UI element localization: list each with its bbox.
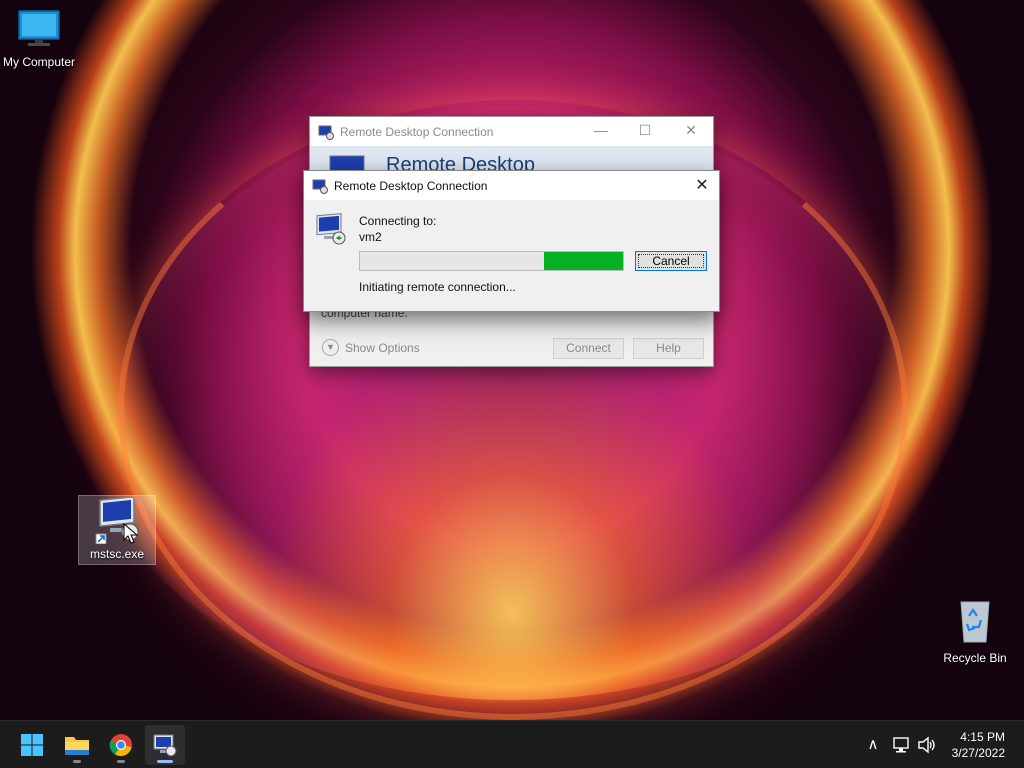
mouse-cursor-icon (123, 523, 139, 544)
volume-icon[interactable] (917, 735, 937, 755)
show-options-toggle[interactable]: ▼ Show Options (322, 339, 420, 356)
desktop-icon-label: mstsc.exe (89, 547, 144, 561)
show-options-label: Show Options (345, 340, 420, 355)
cancel-button[interactable]: Cancel (635, 251, 707, 271)
clock-date: 3/27/2022 (951, 746, 1005, 760)
running-indicator (73, 760, 81, 763)
recycle-bin-icon (960, 601, 990, 643)
monitor-icon (18, 10, 60, 46)
help-button[interactable]: Help (633, 338, 704, 359)
clock-time: 4:15 PM (960, 730, 1005, 744)
window-title: Remote Desktop Connection (340, 124, 494, 139)
connection-progress-bar (359, 251, 624, 271)
running-indicator (117, 760, 125, 763)
taskbar-remote-desktop[interactable] (145, 725, 185, 765)
connect-button[interactable]: Connect (553, 338, 624, 359)
remote-desktop-icon (316, 213, 346, 245)
taskbar: ∧ 4:15 PM 3/27/2022 (0, 720, 1024, 768)
connecting-dialog: Remote Desktop Connection ✕ Connecting t… (303, 170, 720, 312)
system-clock[interactable]: 4:15 PM 3/27/2022 (952, 729, 1005, 761)
host-name: vm2 (359, 230, 382, 244)
running-indicator (157, 760, 173, 763)
window-banner: Remote Desktop (310, 146, 713, 172)
connecting-label: Connecting to: (359, 214, 437, 228)
desktop-icon-my-computer[interactable]: My Computer (0, 8, 78, 69)
dialog-title: Remote Desktop Connection (334, 178, 488, 193)
minimize-button[interactable]: — (586, 122, 616, 142)
maximize-button[interactable]: ☐ (630, 122, 660, 142)
taskbar-chrome[interactable] (101, 725, 141, 765)
folder-icon (65, 737, 89, 755)
chrome-icon (109, 734, 132, 757)
remote-desktop-icon (153, 734, 177, 757)
desktop-icon-recycle-bin[interactable]: Recycle Bin (936, 598, 1014, 665)
desktop-icon-mstsc[interactable]: mstsc.exe (78, 495, 156, 565)
network-icon[interactable] (892, 735, 912, 755)
start-button[interactable] (12, 725, 52, 765)
chevron-up-icon[interactable]: ∧ (863, 735, 883, 755)
progress-fill (544, 252, 623, 270)
windows-logo-icon (21, 734, 43, 756)
remote-desktop-icon (312, 179, 328, 194)
close-button[interactable]: ✕ (691, 175, 713, 197)
remote-desktop-icon (318, 125, 334, 140)
dialog-titlebar: Remote Desktop Connection (304, 171, 719, 200)
desktop-icon-label: My Computer (2, 55, 76, 69)
desktop-icon-label: Recycle Bin (943, 651, 1007, 665)
taskbar-file-explorer[interactable] (57, 725, 97, 765)
close-button[interactable]: ✕ (676, 122, 706, 142)
status-text: Initiating remote connection... (359, 280, 516, 294)
chevron-down-icon: ▼ (322, 339, 339, 356)
